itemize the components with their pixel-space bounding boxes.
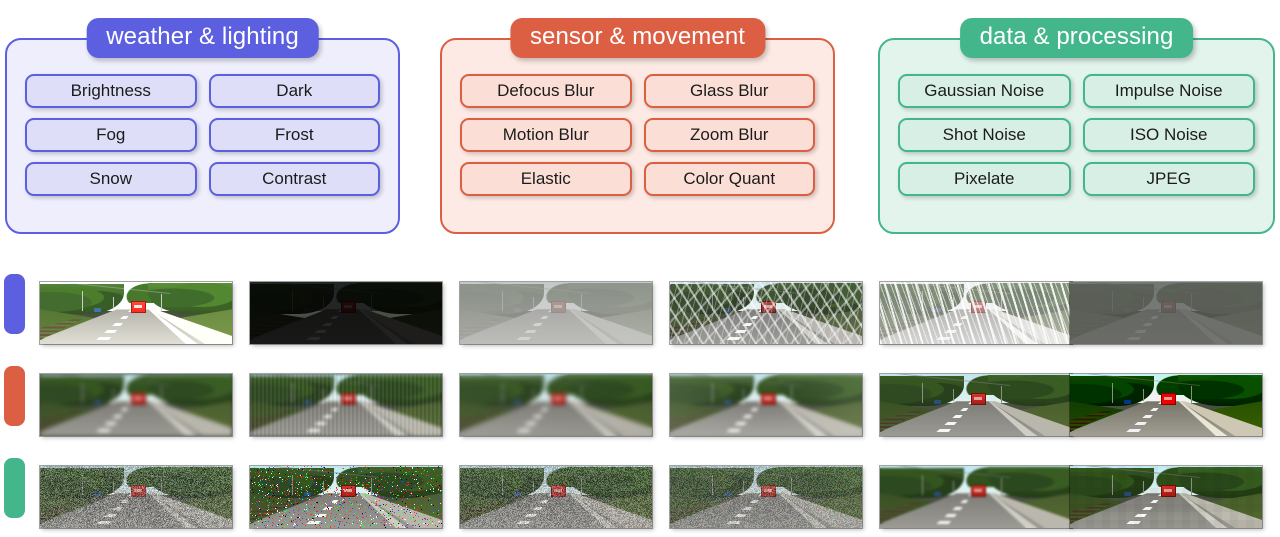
chip-dark[interactable]: Dark bbox=[209, 74, 381, 108]
road-scene bbox=[250, 374, 442, 436]
chip-color-quant[interactable]: Color Quant bbox=[644, 162, 816, 196]
sample-tile-contrast bbox=[1070, 282, 1262, 344]
row-swatch-sensor-movement bbox=[4, 366, 25, 426]
panel-heading-sensor-movement: sensor & movement bbox=[510, 18, 765, 58]
chip-impulse-noise[interactable]: Impulse Noise bbox=[1083, 74, 1256, 108]
chip-pixelate[interactable]: Pixelate bbox=[898, 162, 1071, 196]
chip-shot-noise[interactable]: Shot Noise bbox=[898, 118, 1071, 152]
sample-tile-jpeg bbox=[1070, 466, 1262, 528]
sample-image-grid bbox=[0, 258, 1280, 534]
row-swatch-weather-lighting bbox=[4, 274, 25, 334]
chip-list-data-processing: Gaussian Noise Impulse Noise Shot Noise … bbox=[880, 40, 1273, 214]
sample-tile-elastic bbox=[880, 374, 1072, 436]
road-scene bbox=[460, 374, 652, 436]
road-scene bbox=[880, 282, 1072, 344]
chip-list-sensor-movement: Defocus Blur Glass Blur Motion Blur Zoom… bbox=[442, 40, 833, 214]
noise-texture-impulse bbox=[250, 466, 442, 528]
sample-tile-impulse bbox=[250, 466, 442, 528]
chip-list-weather-lighting: Brightness Dark Fog Frost Snow Contrast bbox=[7, 40, 398, 214]
road-scene bbox=[40, 282, 232, 344]
chip-glass-blur[interactable]: Glass Blur bbox=[644, 74, 816, 108]
chip-brightness[interactable]: Brightness bbox=[25, 74, 197, 108]
row-swatch-data-processing bbox=[4, 458, 25, 518]
noise-texture-iso bbox=[670, 466, 862, 528]
road-scene bbox=[880, 374, 1072, 436]
sample-tile-zoom bbox=[670, 374, 862, 436]
taxonomy-panels: weather & lighting Brightness Dark Fog F… bbox=[0, 0, 1280, 250]
chip-frost[interactable]: Frost bbox=[209, 118, 381, 152]
sample-tile-defocus bbox=[40, 374, 232, 436]
chip-jpeg[interactable]: JPEG bbox=[1083, 162, 1256, 196]
sample-row-data-processing bbox=[0, 442, 1280, 534]
chip-fog[interactable]: Fog bbox=[25, 118, 197, 152]
panel-sensor-movement: sensor & movement Defocus Blur Glass Blu… bbox=[440, 38, 835, 234]
road-scene bbox=[1070, 282, 1262, 344]
sample-tile-glass bbox=[250, 374, 442, 436]
panel-heading-weather-lighting: weather & lighting bbox=[86, 18, 319, 58]
chip-defocus-blur[interactable]: Defocus Blur bbox=[460, 74, 632, 108]
chip-iso-noise[interactable]: ISO Noise bbox=[1083, 118, 1256, 152]
noise-texture-shot bbox=[460, 466, 652, 528]
sample-tile-colorquant bbox=[1070, 374, 1262, 436]
chip-snow[interactable]: Snow bbox=[25, 162, 197, 196]
sample-tile-brightness bbox=[40, 282, 232, 344]
sample-tile-motion bbox=[460, 374, 652, 436]
chip-motion-blur[interactable]: Motion Blur bbox=[460, 118, 632, 152]
chip-elastic[interactable]: Elastic bbox=[460, 162, 632, 196]
road-scene bbox=[250, 282, 442, 344]
sample-tile-iso bbox=[670, 466, 862, 528]
sample-tile-gauss bbox=[40, 466, 232, 528]
panel-weather-lighting: weather & lighting Brightness Dark Fog F… bbox=[5, 38, 400, 234]
road-scene bbox=[1070, 466, 1262, 528]
chip-zoom-blur[interactable]: Zoom Blur bbox=[644, 118, 816, 152]
road-scene bbox=[40, 374, 232, 436]
chip-contrast[interactable]: Contrast bbox=[209, 162, 381, 196]
sample-tile-fog bbox=[460, 282, 652, 344]
zoom-blur-core bbox=[728, 385, 805, 418]
sample-tile-pixelate bbox=[880, 466, 1072, 528]
sample-row-weather-lighting bbox=[0, 258, 1280, 350]
sample-row-sensor-movement bbox=[0, 350, 1280, 442]
sample-tile-dark bbox=[250, 282, 442, 344]
panel-data-processing: data & processing Gaussian Noise Impulse… bbox=[878, 38, 1275, 234]
chip-gaussian-noise[interactable]: Gaussian Noise bbox=[898, 74, 1071, 108]
panel-heading-data-processing: data & processing bbox=[960, 18, 1194, 58]
road-scene bbox=[670, 282, 862, 344]
road-scene bbox=[460, 282, 652, 344]
road-scene bbox=[1070, 374, 1262, 436]
sample-tile-snow bbox=[880, 282, 1072, 344]
sample-tile-frost bbox=[670, 282, 862, 344]
sample-tile-shot bbox=[460, 466, 652, 528]
noise-texture-gauss bbox=[40, 466, 232, 528]
